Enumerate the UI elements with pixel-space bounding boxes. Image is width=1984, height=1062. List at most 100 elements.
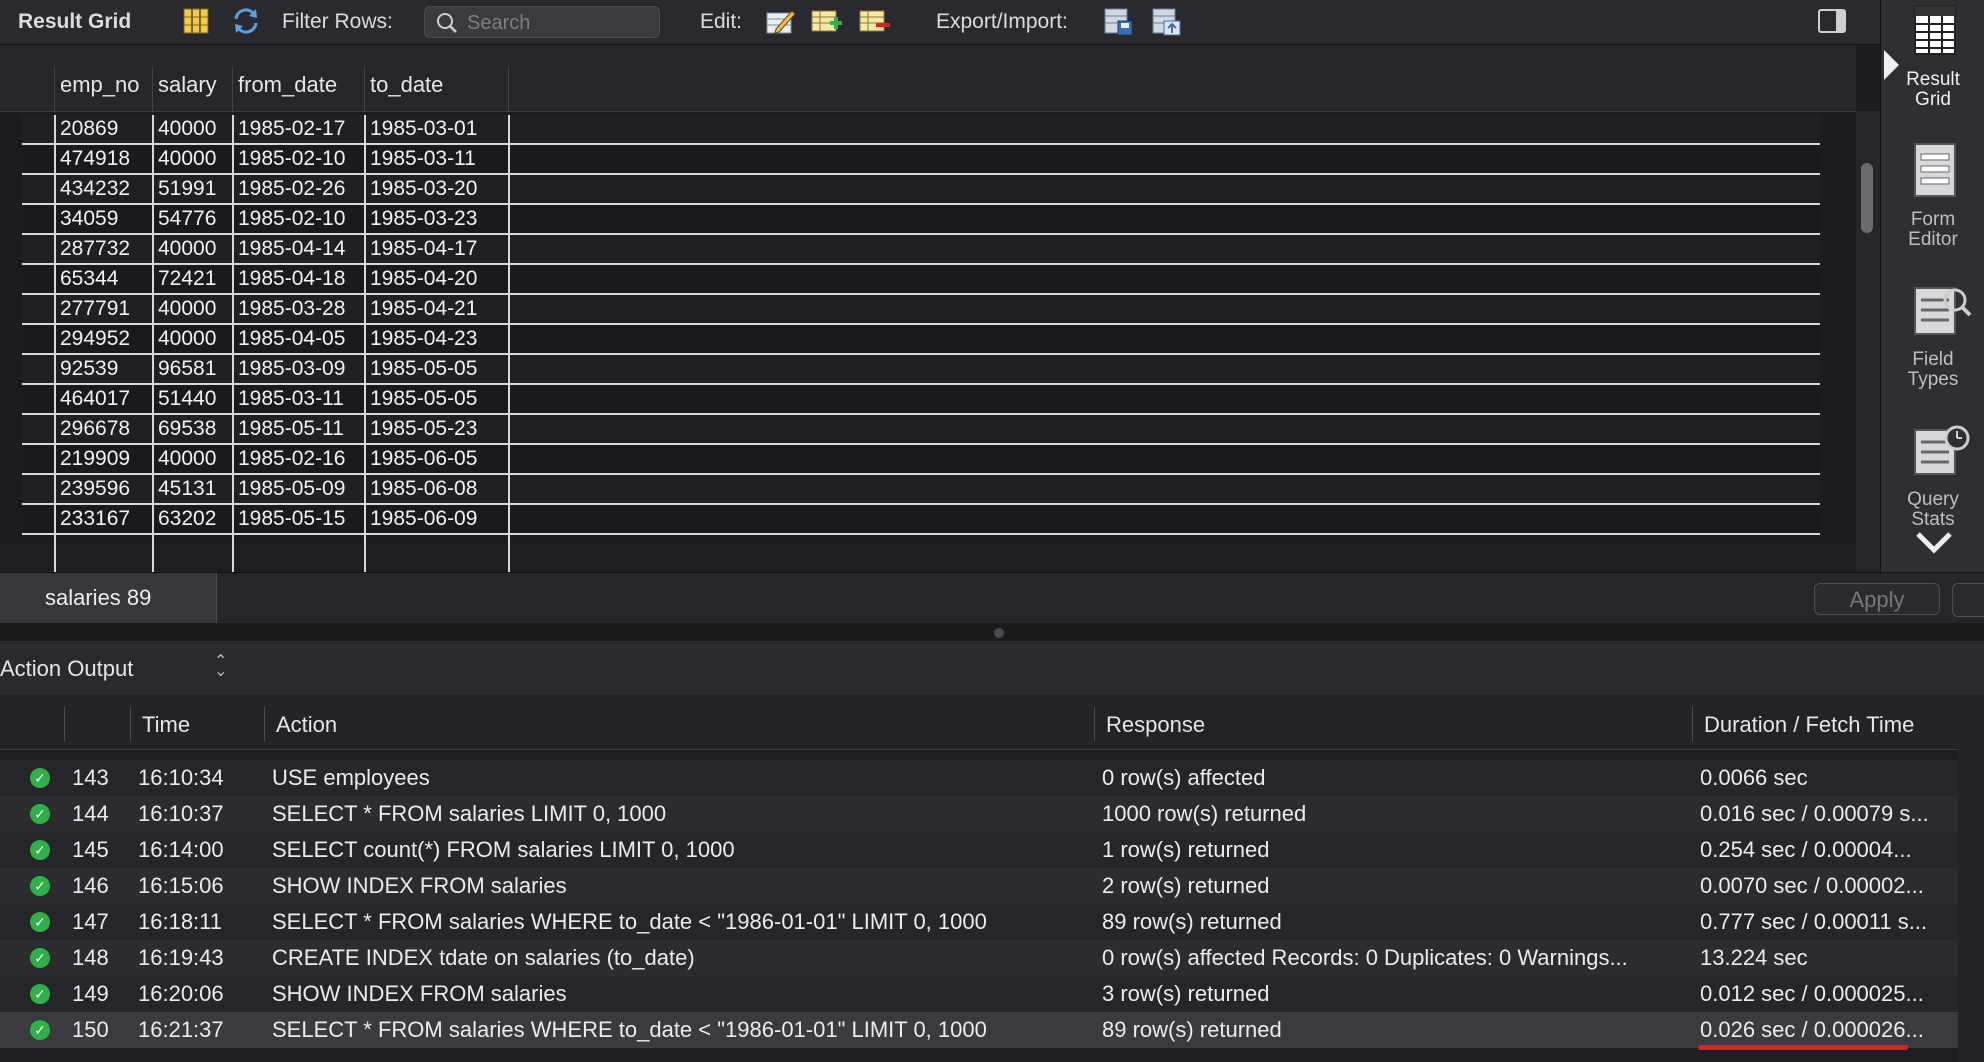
table-row[interactable]: 294952 40000 1985-04-05 1985-04-23 bbox=[22, 325, 1820, 355]
search-input[interactable] bbox=[465, 10, 654, 36]
cell-from-date[interactable]: 1985-04-05 bbox=[238, 327, 345, 355]
cell-emp-no[interactable]: 296678 bbox=[60, 417, 130, 445]
output-type-select[interactable]: Action Output bbox=[0, 656, 133, 682]
toggle-panel-icon[interactable] bbox=[1816, 5, 1848, 37]
cell-to-date[interactable]: 1985-03-01 bbox=[370, 117, 477, 145]
sidebar-item-query-stats[interactable]: Query Stats bbox=[1881, 418, 1984, 543]
cell-emp-no[interactable]: 34059 bbox=[60, 207, 118, 235]
cell-emp-no[interactable]: 219909 bbox=[60, 447, 130, 475]
cell-emp-no[interactable]: 287732 bbox=[60, 237, 130, 265]
output-row[interactable]: ✓ 143 16:10:34 USE employees 0 row(s) af… bbox=[0, 760, 1984, 796]
table-row[interactable]: 34059 54776 1985-02-10 1985-03-23 bbox=[22, 205, 1820, 235]
cell-emp-no[interactable]: 277791 bbox=[60, 297, 130, 325]
column-header-from-date[interactable]: from_date bbox=[238, 72, 337, 98]
cell-to-date[interactable]: 1985-05-05 bbox=[370, 387, 477, 415]
cell-emp-no[interactable]: 434232 bbox=[60, 177, 130, 205]
export-icon[interactable] bbox=[1102, 5, 1134, 37]
column-header-duration[interactable]: Duration / Fetch Time bbox=[1704, 712, 1914, 738]
cell-salary[interactable]: 45131 bbox=[158, 477, 216, 505]
cell-to-date[interactable]: 1985-05-23 bbox=[370, 417, 477, 445]
output-row[interactable]: ✓ 145 16:14:00 SELECT count(*) FROM sala… bbox=[0, 832, 1984, 868]
cell-emp-no[interactable]: 20869 bbox=[60, 117, 118, 145]
cell-emp-no[interactable]: 474918 bbox=[60, 147, 130, 175]
output-row[interactable]: ✓ 144 16:10:37 SELECT * FROM salaries LI… bbox=[0, 796, 1984, 832]
column-header-salary[interactable]: salary bbox=[158, 72, 217, 98]
table-row[interactable]: 277791 40000 1985-03-28 1985-04-21 bbox=[22, 295, 1820, 325]
table-row[interactable]: 464017 51440 1985-03-11 1985-05-05 bbox=[22, 385, 1820, 415]
sidebar-item-form-editor[interactable]: Form Editor bbox=[1881, 138, 1984, 263]
edit-row-icon[interactable] bbox=[764, 5, 796, 37]
result-grid[interactable]: emp_no salary from_date to_date 20869 40… bbox=[0, 45, 1880, 585]
cell-emp-no[interactable]: 294952 bbox=[60, 327, 130, 355]
output-row-selected[interactable]: ✓ 150 16:21:37 SELECT * FROM salaries WH… bbox=[0, 1012, 1984, 1048]
cell-salary[interactable]: 96581 bbox=[158, 357, 216, 385]
column-header-time[interactable]: Time bbox=[142, 712, 190, 738]
table-row[interactable]: 92539 96581 1985-03-09 1985-05-05 bbox=[22, 355, 1820, 385]
cell-from-date[interactable]: 1985-02-17 bbox=[238, 117, 345, 145]
cell-salary[interactable]: 51991 bbox=[158, 177, 216, 205]
table-row[interactable]: 219909 40000 1985-02-16 1985-06-05 bbox=[22, 445, 1820, 475]
cell-emp-no[interactable]: 233167 bbox=[60, 507, 130, 535]
cell-salary[interactable]: 40000 bbox=[158, 147, 216, 175]
cell-salary[interactable]: 51440 bbox=[158, 387, 216, 415]
table-row[interactable]: 239596 45131 1985-05-09 1985-06-08 bbox=[22, 475, 1820, 505]
cell-from-date[interactable]: 1985-05-09 bbox=[238, 477, 345, 505]
output-vertical-scrollbar[interactable] bbox=[1958, 695, 1984, 1062]
select-arrows-icon[interactable]: ⌃ ⌄ bbox=[214, 654, 227, 680]
cell-to-date[interactable]: 1985-06-05 bbox=[370, 447, 477, 475]
grid-vertical-scrollbar[interactable] bbox=[1856, 111, 1880, 585]
cell-from-date[interactable]: 1985-03-09 bbox=[238, 357, 345, 385]
cell-salary[interactable]: 72421 bbox=[158, 267, 216, 295]
column-header-action[interactable]: Action bbox=[276, 712, 337, 738]
cell-to-date[interactable]: 1985-04-17 bbox=[370, 237, 477, 265]
cell-emp-no[interactable]: 65344 bbox=[60, 267, 118, 295]
cell-to-date[interactable]: 1985-05-05 bbox=[370, 357, 477, 385]
delete-row-icon[interactable] bbox=[858, 5, 890, 37]
cell-from-date[interactable]: 1985-02-10 bbox=[238, 207, 345, 235]
cell-from-date[interactable]: 1985-05-15 bbox=[238, 507, 345, 535]
cell-emp-no[interactable]: 92539 bbox=[60, 357, 118, 385]
cell-salary[interactable]: 40000 bbox=[158, 327, 216, 355]
splitter-handle[interactable] bbox=[994, 628, 1004, 638]
cell-to-date[interactable]: 1985-06-08 bbox=[370, 477, 477, 505]
cell-from-date[interactable]: 1985-02-16 bbox=[238, 447, 345, 475]
output-row[interactable]: ✓ 148 16:19:43 CREATE INDEX tdate on sal… bbox=[0, 940, 1984, 976]
column-header-emp-no[interactable]: emp_no bbox=[60, 72, 140, 98]
table-row[interactable]: 296678 69538 1985-05-11 1985-05-23 bbox=[22, 415, 1820, 445]
cell-to-date[interactable]: 1985-03-11 bbox=[370, 147, 476, 175]
cell-from-date[interactable]: 1985-02-26 bbox=[238, 177, 345, 205]
cell-salary[interactable]: 40000 bbox=[158, 237, 216, 265]
cell-salary[interactable]: 40000 bbox=[158, 297, 216, 325]
cell-salary[interactable]: 40000 bbox=[158, 447, 216, 475]
output-row[interactable]: ✓ 147 16:18:11 SELECT * FROM salaries WH… bbox=[0, 904, 1984, 940]
cell-from-date[interactable]: 1985-03-11 bbox=[238, 387, 344, 415]
filter-search-field[interactable] bbox=[424, 6, 660, 38]
import-icon[interactable] bbox=[1150, 5, 1182, 37]
table-row[interactable]: 20869 40000 1985-02-17 1985-03-01 bbox=[22, 115, 1820, 145]
cell-to-date[interactable]: 1985-04-23 bbox=[370, 327, 477, 355]
cell-salary[interactable]: 40000 bbox=[158, 117, 216, 145]
output-row[interactable]: ✓ 146 16:15:06 SHOW INDEX FROM salaries … bbox=[0, 868, 1984, 904]
tab-salaries-result[interactable]: salaries 89 bbox=[0, 573, 217, 623]
scrollbar-thumb[interactable] bbox=[1861, 163, 1873, 233]
cell-salary[interactable]: 63202 bbox=[158, 507, 216, 535]
table-row[interactable]: 474918 40000 1985-02-10 1985-03-11 bbox=[22, 145, 1820, 175]
table-row[interactable]: 65344 72421 1985-04-18 1985-04-20 bbox=[22, 265, 1820, 295]
refresh-icon[interactable] bbox=[230, 5, 262, 37]
cell-emp-no[interactable]: 464017 bbox=[60, 387, 130, 415]
cell-salary[interactable]: 69538 bbox=[158, 417, 216, 445]
cell-to-date[interactable]: 1985-03-23 bbox=[370, 207, 477, 235]
add-row-icon[interactable] bbox=[810, 5, 842, 37]
sidebar-item-field-types[interactable]: Field Types bbox=[1881, 278, 1984, 403]
cell-emp-no[interactable]: 239596 bbox=[60, 477, 130, 505]
cell-to-date[interactable]: 1985-04-20 bbox=[370, 267, 477, 295]
table-row[interactable]: 233167 63202 1985-05-15 1985-06-09 bbox=[22, 505, 1820, 535]
cell-to-date[interactable]: 1985-03-20 bbox=[370, 177, 477, 205]
output-row[interactable]: ✓ 149 16:20:06 SHOW INDEX FROM salaries … bbox=[0, 976, 1984, 1012]
toggle-columns-icon[interactable] bbox=[180, 5, 212, 37]
apply-button[interactable]: Apply bbox=[1814, 583, 1940, 615]
cell-from-date[interactable]: 1985-03-28 bbox=[238, 297, 345, 325]
table-row[interactable]: 434232 51991 1985-02-26 1985-03-20 bbox=[22, 175, 1820, 205]
column-header-to-date[interactable]: to_date bbox=[370, 72, 443, 98]
chevron-down-icon[interactable] bbox=[1915, 530, 1953, 556]
